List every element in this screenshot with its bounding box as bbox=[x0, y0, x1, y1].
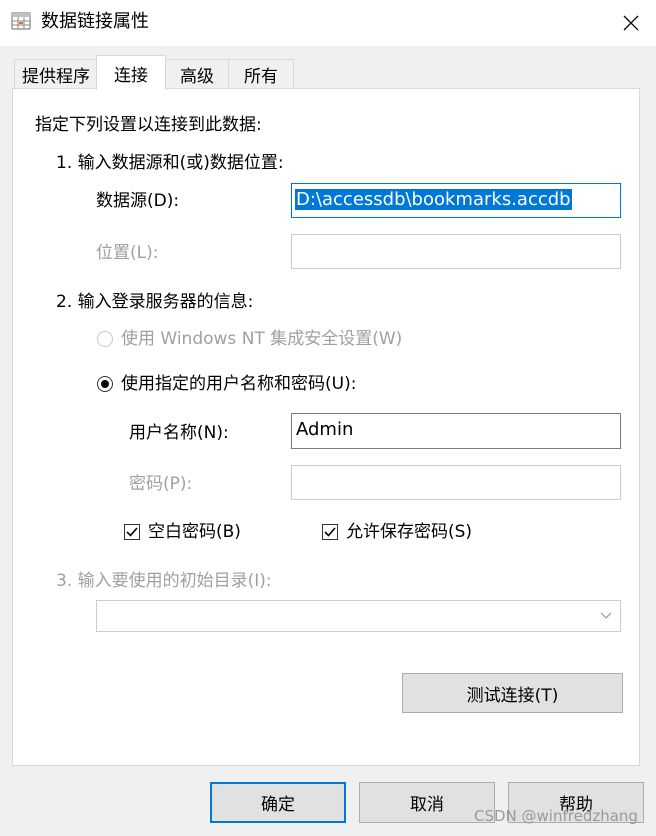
radio-selected-dot bbox=[101, 380, 109, 388]
checkmark-icon bbox=[126, 527, 138, 537]
datasource-input[interactable]: D:\accessdb\bookmarks.accdb bbox=[291, 183, 621, 218]
initial-catalog-select[interactable] bbox=[96, 600, 621, 632]
window-title: 数据链接属性 bbox=[41, 11, 149, 32]
test-connection-button[interactable]: 测试连接(T) bbox=[402, 673, 623, 713]
close-button[interactable] bbox=[612, 6, 650, 40]
username-value: Admin bbox=[296, 419, 354, 440]
step1-label: 1. 输入数据源和(或)数据位置: bbox=[56, 153, 284, 173]
password-label: 密码(P): bbox=[129, 474, 193, 494]
chevron-down-icon bbox=[600, 612, 612, 619]
title-bar: 数据链接属性 bbox=[0, 0, 656, 46]
blank-password-label: 空白密码(B) bbox=[148, 522, 241, 542]
location-label: 位置(L): bbox=[96, 243, 159, 263]
tab-advanced[interactable]: 高级 bbox=[164, 59, 230, 88]
tab-connection[interactable]: 连接 bbox=[96, 55, 166, 90]
radio-specific-user[interactable] bbox=[97, 376, 113, 392]
tab-all[interactable]: 所有 bbox=[228, 59, 294, 88]
blank-password-checkbox[interactable] bbox=[124, 524, 140, 540]
close-icon bbox=[623, 15, 639, 31]
step3-label: 3. 输入要使用的初始目录(I): bbox=[56, 571, 272, 591]
radio-specific-user-label: 使用指定的用户名称和密码(U): bbox=[121, 374, 357, 394]
username-input[interactable]: Admin bbox=[291, 413, 621, 449]
datasource-value: D:\accessdb\bookmarks.accdb bbox=[295, 189, 572, 210]
tab-provider[interactable]: 提供程序 bbox=[14, 59, 98, 88]
ok-button[interactable]: 确定 bbox=[210, 782, 346, 823]
allow-save-password-label: 允许保存密码(S) bbox=[346, 522, 473, 542]
location-input[interactable] bbox=[291, 234, 621, 269]
radio-windows-nt[interactable] bbox=[97, 331, 113, 347]
step2-label: 2. 输入登录服务器的信息: bbox=[56, 292, 254, 312]
data-link-icon bbox=[11, 12, 31, 30]
datasource-label: 数据源(D): bbox=[96, 191, 180, 211]
allow-save-password-checkbox[interactable] bbox=[322, 524, 338, 540]
checkmark-icon bbox=[324, 527, 336, 537]
username-label: 用户名称(N): bbox=[129, 423, 229, 443]
radio-windows-nt-label: 使用 Windows NT 集成安全设置(W) bbox=[121, 329, 403, 349]
instruction-text: 指定下列设置以连接到此数据: bbox=[35, 115, 262, 135]
watermark: CSDN @winfredzhang bbox=[474, 807, 638, 825]
password-input[interactable] bbox=[291, 465, 621, 500]
